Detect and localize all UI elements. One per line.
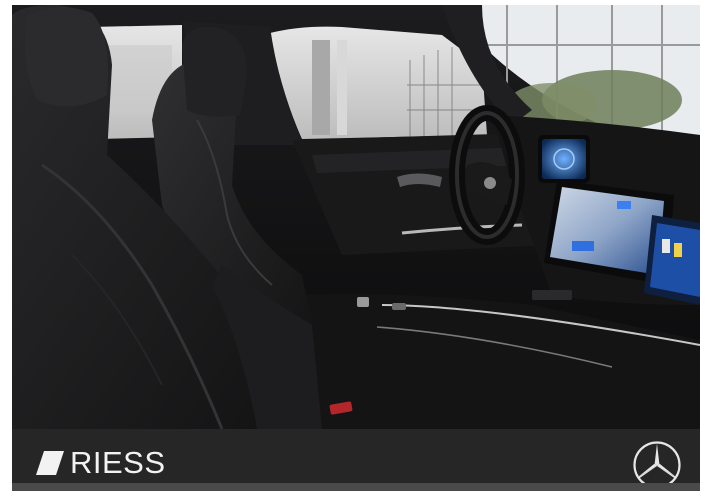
brand-bar: RIESS xyxy=(12,429,700,491)
photo-frame: RIESS xyxy=(12,5,700,491)
dealer-logo: RIESS xyxy=(36,446,166,480)
interior-photo xyxy=(12,5,700,429)
slash-mark-icon xyxy=(36,451,64,475)
passenger-display xyxy=(644,215,700,305)
dealer-name: RIESS xyxy=(70,445,166,480)
instrument-cluster xyxy=(538,135,590,183)
three-pointed-star-icon xyxy=(632,440,682,490)
